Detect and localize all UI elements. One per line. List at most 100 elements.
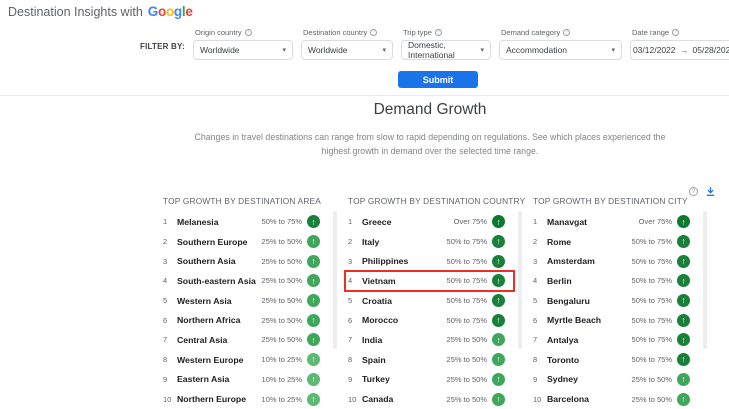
google-logo-letter-2: o — [166, 4, 174, 19]
arrow-right-icon: → — [680, 45, 689, 55]
column-scrollbar[interactable] — [703, 211, 707, 349]
table-row[interactable]: 5Croatia50% to 75%↑ — [348, 291, 513, 311]
help-icon[interactable]: ? — [245, 29, 252, 36]
growth-up-arrow-icon: ↑ — [307, 215, 320, 228]
growth-columns: TOP GROWTH BY DESTINATION AREA1Melanesia… — [163, 196, 698, 409]
table-row[interactable]: 6Northern Africa25% to 50%↑ — [163, 310, 328, 330]
column-scrollbar[interactable] — [333, 211, 337, 349]
filter-field-label-text: Origin country — [195, 28, 242, 37]
chevron-down-icon: ▾ — [282, 46, 286, 54]
table-row[interactable]: 5Western Asia25% to 50%↑ — [163, 291, 328, 311]
submit-button[interactable]: Submit — [398, 71, 478, 88]
table-row[interactable]: 8Western Europe10% to 25%↑ — [163, 350, 328, 370]
destination-country-select[interactable]: Worldwide▾ — [301, 40, 393, 60]
row-rank: 5 — [348, 296, 362, 305]
table-row[interactable]: 6Morocco50% to 75%↑ — [348, 310, 513, 330]
table-row[interactable]: 1GreeceOver 75%↑ — [348, 212, 513, 232]
row-rank: 6 — [163, 316, 177, 325]
trip-type-select[interactable]: Domestic, International▾ — [401, 40, 491, 60]
help-icon[interactable]: ? — [370, 29, 377, 36]
table-row[interactable]: 4Vietnam50% to 75%↑ — [348, 271, 513, 291]
section-subtitle: Changes in travel destinations can range… — [115, 130, 729, 158]
row-rank: 8 — [533, 355, 547, 364]
destination-name: Vietnam — [362, 276, 447, 286]
destination-name: Myrtle Beach — [547, 315, 632, 325]
destination-country-value: Worldwide — [308, 45, 348, 55]
table-row[interactable]: 8Spain25% to 50%↑ — [348, 350, 513, 370]
table-row[interactable]: 10Northern Europe10% to 25%↑ — [163, 389, 328, 409]
destination-insights-page: Destination Insights with Google FILTER … — [0, 0, 729, 400]
page-title: Destination Insights with — [8, 5, 143, 19]
table-row[interactable]: 4South-eastern Asia25% to 50%↑ — [163, 271, 328, 291]
growth-up-arrow-icon: ↑ — [677, 373, 690, 386]
growth-range: 50% to 75% — [632, 316, 672, 325]
growth-column-1: TOP GROWTH BY DESTINATION COUNTRY1Greece… — [348, 196, 513, 409]
growth-range: 50% to 75% — [632, 355, 672, 364]
row-rank: 9 — [348, 375, 362, 384]
destination-name: Southern Europe — [177, 237, 262, 247]
table-row[interactable]: 10Barcelona25% to 50%↑ — [533, 389, 698, 409]
help-icon[interactable]: ? — [563, 29, 570, 36]
table-row[interactable]: 9Sydney25% to 50%↑ — [533, 370, 698, 390]
help-icon[interactable]: ? — [689, 187, 698, 196]
table-row[interactable]: 8Toronto50% to 75% ↑ — [533, 350, 698, 370]
table-row[interactable]: 7India25% to 50%↑ — [348, 330, 513, 350]
table-row[interactable]: 1ManavgatOver 75%↑ — [533, 212, 698, 232]
row-rank: 1 — [533, 217, 547, 226]
growth-up-arrow-icon: ↑ — [677, 353, 690, 366]
destination-name: Toronto — [547, 355, 632, 365]
destination-name: Central Asia — [177, 335, 262, 345]
table-row[interactable]: 7Central Asia25% to 50%↑ — [163, 330, 328, 350]
growth-up-arrow-icon: ↑ — [307, 333, 320, 346]
row-rank: 1 — [348, 217, 362, 226]
table-row[interactable]: 3Amsterdam50% to 75%↑ — [533, 251, 698, 271]
column-header: TOP GROWTH BY DESTINATION CITY — [533, 196, 698, 206]
growth-range: 10% to 25% — [262, 395, 302, 404]
origin-country-select[interactable]: Worldwide▾ — [193, 40, 293, 60]
column-scrollbar[interactable] — [518, 211, 522, 349]
table-row[interactable]: 6Myrtle Beach50% to 75%↑ — [533, 310, 698, 330]
growth-up-arrow-icon: ↑ — [307, 373, 320, 386]
row-rank: 8 — [163, 355, 177, 364]
filter-field-label-demand-category: Demand category? — [499, 28, 622, 37]
destination-name: Greece — [362, 217, 454, 227]
row-rank: 6 — [348, 316, 362, 325]
filter-field-label-date-range: Date range? — [630, 28, 729, 37]
table-row[interactable]: 5Bengaluru50% to 75%↑ — [533, 291, 698, 311]
divider — [0, 95, 729, 96]
growth-up-arrow-icon: ↑ — [677, 393, 690, 406]
table-row[interactable]: 9Turkey25% to 50%↑ — [348, 370, 513, 390]
table-row[interactable]: 4Berlin50% to 75%↑ — [533, 271, 698, 291]
row-rank: 2 — [533, 237, 547, 246]
growth-up-arrow-icon: ↑ — [677, 314, 690, 327]
table-row[interactable]: 9Eastern Asia10% to 25%↑ — [163, 370, 328, 390]
growth-up-arrow-icon: ↑ — [492, 353, 505, 366]
table-row[interactable]: 10Canada25% to 50%↑ — [348, 389, 513, 409]
column-rows: 1GreeceOver 75%↑2Italy50% to 75%↑3Philip… — [348, 212, 513, 409]
demand-category-select[interactable]: Accommodation▾ — [499, 40, 622, 60]
help-icon[interactable]: ? — [672, 29, 679, 36]
growth-range: 50% to 75% — [447, 237, 487, 246]
growth-range: 50% to 75% — [632, 296, 672, 305]
table-row[interactable]: 3Philippines50% to 75%↑ — [348, 251, 513, 271]
table-row[interactable]: 7Antalya50% to 75%↑ — [533, 330, 698, 350]
section-title: Demand Growth — [135, 101, 725, 119]
table-row[interactable]: 2Southern Europe25% to 50%↑ — [163, 232, 328, 252]
destination-name: Sydney — [547, 374, 632, 384]
growth-range: 25% to 50% — [447, 335, 487, 344]
download-icon[interactable] — [705, 186, 716, 197]
growth-range: Over 75% — [454, 217, 487, 226]
table-row[interactable]: 2Italy50% to 75%↑ — [348, 232, 513, 252]
growth-range: 10% to 25% — [262, 355, 302, 364]
date-range-input[interactable]: 03/12/2022→05/28/2022 — [630, 40, 729, 60]
growth-up-arrow-icon: ↑ — [492, 294, 505, 307]
table-row[interactable]: 3Southern Asia25% to 50%↑ — [163, 251, 328, 271]
growth-up-arrow-icon: ↑ — [677, 255, 690, 268]
row-rank: 10 — [163, 395, 177, 404]
growth-range: 50% to 75% — [632, 335, 672, 344]
filter-field-label-text: Destination country — [303, 28, 367, 37]
table-row[interactable]: 1Melanesia50% to 75%↑ — [163, 212, 328, 232]
growth-up-arrow-icon: ↑ — [307, 393, 320, 406]
table-row[interactable]: 2Rome50% to 75%↑ — [533, 232, 698, 252]
help-icon[interactable]: ? — [435, 29, 442, 36]
